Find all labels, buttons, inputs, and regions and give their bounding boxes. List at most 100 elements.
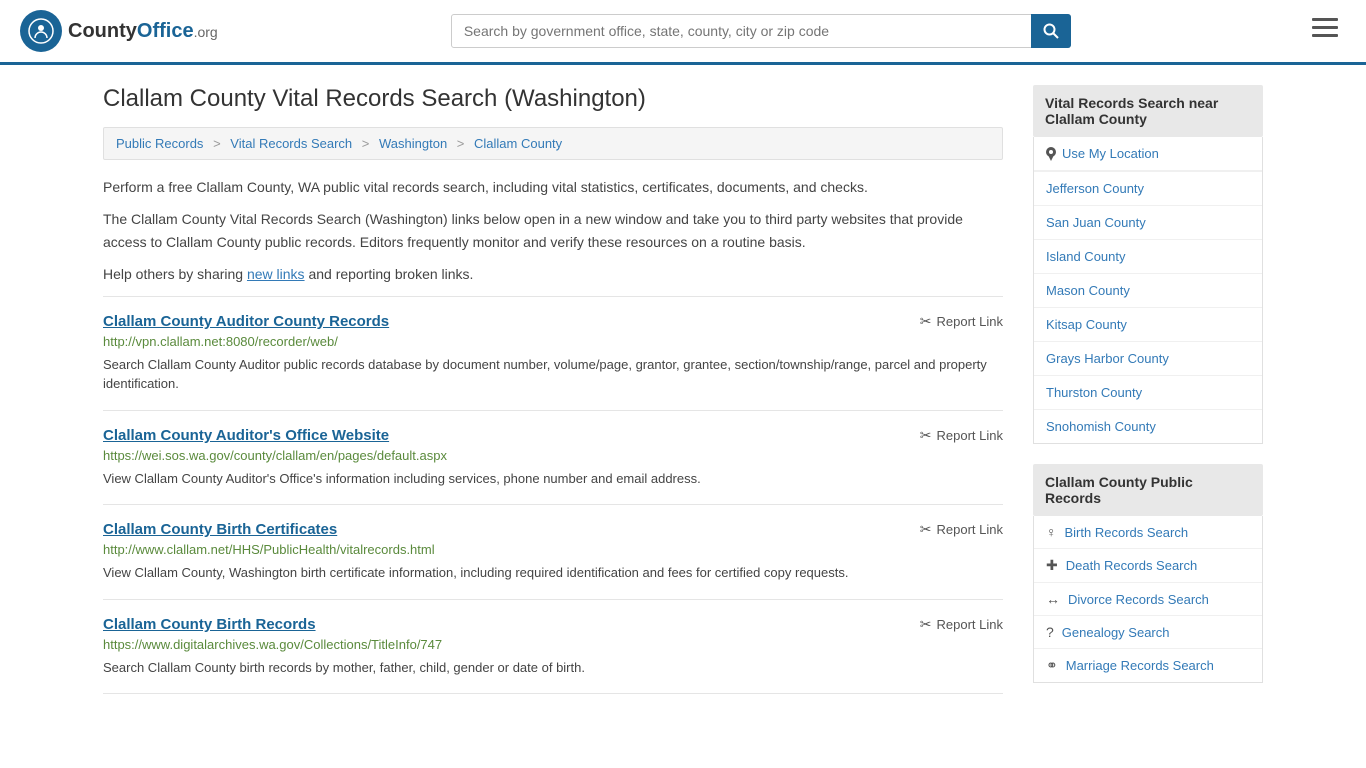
record-url[interactable]: http://vpn.clallam.net:8080/recorder/web… bbox=[103, 334, 1003, 349]
nearby-counties-section: Vital Records Search near Clallam County… bbox=[1033, 85, 1263, 444]
marriage-records-link[interactable]: Marriage Records Search bbox=[1066, 658, 1214, 673]
record-title[interactable]: Clallam County Auditor's Office Website bbox=[103, 427, 389, 444]
record-item: Clallam County Birth Certificates ✂ Repo… bbox=[103, 504, 1003, 599]
kitsap-county-link[interactable]: Kitsap County bbox=[1034, 308, 1262, 341]
record-header: Clallam County Auditor's Office Website … bbox=[103, 427, 1003, 444]
report-link-btn[interactable]: ✂ Report Link bbox=[920, 427, 1003, 444]
content-area: Clallam County Vital Records Search (Was… bbox=[103, 85, 1003, 703]
breadcrumb-sep-1: > bbox=[213, 136, 221, 151]
report-icon: ✂ bbox=[920, 616, 932, 633]
description-para1: Perform a free Clallam County, WA public… bbox=[103, 176, 1003, 198]
list-item: Jefferson County bbox=[1034, 172, 1262, 206]
report-link-label: Report Link bbox=[937, 428, 1003, 443]
jefferson-county-link[interactable]: Jefferson County bbox=[1034, 172, 1262, 205]
thurston-county-link[interactable]: Thurston County bbox=[1034, 376, 1262, 409]
report-link-btn[interactable]: ✂ Report Link bbox=[920, 313, 1003, 330]
report-link-btn[interactable]: ✂ Report Link bbox=[920, 616, 1003, 633]
genealogy-link[interactable]: Genealogy Search bbox=[1062, 625, 1170, 640]
snohomish-county-link[interactable]: Snohomish County bbox=[1034, 410, 1262, 443]
record-url[interactable]: https://www.digitalarchives.wa.gov/Colle… bbox=[103, 637, 1003, 652]
use-location-link[interactable]: Use My Location bbox=[1034, 137, 1262, 171]
report-link-label: Report Link bbox=[937, 314, 1003, 329]
record-header: Clallam County Birth Certificates ✂ Repo… bbox=[103, 521, 1003, 538]
list-item: Island County bbox=[1034, 240, 1262, 274]
island-county-link[interactable]: Island County bbox=[1034, 240, 1262, 273]
breadcrumb-public-records[interactable]: Public Records bbox=[116, 136, 203, 151]
sidebar: Vital Records Search near Clallam County… bbox=[1033, 85, 1263, 703]
list-item: San Juan County bbox=[1034, 206, 1262, 240]
record-header: Clallam County Birth Records ✂ Report Li… bbox=[103, 616, 1003, 633]
list-item: Snohomish County bbox=[1034, 410, 1262, 443]
page-title: Clallam County Vital Records Search (Was… bbox=[103, 85, 1003, 113]
record-desc: View Clallam County, Washington birth ce… bbox=[103, 563, 1003, 583]
breadcrumb-sep-3: > bbox=[457, 136, 465, 151]
public-records-section: Clallam County Public Records ♀ Birth Re… bbox=[1033, 464, 1263, 683]
list-item: ⚭ Marriage Records Search bbox=[1034, 649, 1262, 682]
breadcrumb-sep-2: > bbox=[362, 136, 370, 151]
description-para3-pre: Help others by sharing bbox=[103, 266, 247, 282]
logo-icon bbox=[20, 10, 62, 52]
public-records-heading: Clallam County Public Records bbox=[1033, 464, 1263, 516]
record-title[interactable]: Clallam County Birth Records bbox=[103, 616, 316, 633]
record-title[interactable]: Clallam County Birth Certificates bbox=[103, 521, 337, 538]
search-input[interactable] bbox=[451, 14, 1071, 48]
search-bar bbox=[451, 14, 1071, 48]
record-url[interactable]: http://www.clallam.net/HHS/PublicHealth/… bbox=[103, 542, 1003, 557]
list-item: Thurston County bbox=[1034, 376, 1262, 410]
report-link-label: Report Link bbox=[937, 617, 1003, 632]
report-link-btn[interactable]: ✂ Report Link bbox=[920, 521, 1003, 538]
report-icon: ✂ bbox=[920, 313, 932, 330]
marriage-icon: ⚭ bbox=[1046, 657, 1058, 674]
logo-text: CountyOffice.org bbox=[68, 20, 218, 43]
death-icon: ✚ bbox=[1046, 557, 1058, 574]
logo[interactable]: CountyOffice.org bbox=[20, 10, 218, 52]
record-item: Clallam County Auditor's Office Website … bbox=[103, 410, 1003, 505]
search-button[interactable] bbox=[1031, 14, 1071, 48]
hamburger-menu-button[interactable] bbox=[1304, 14, 1346, 48]
record-title[interactable]: Clallam County Auditor County Records bbox=[103, 313, 389, 330]
mason-county-link[interactable]: Mason County bbox=[1034, 274, 1262, 307]
report-icon: ✂ bbox=[920, 427, 932, 444]
use-location-label: Use My Location bbox=[1062, 146, 1159, 161]
record-desc: Search Clallam County Auditor public rec… bbox=[103, 355, 1003, 394]
grays-harbor-county-link[interactable]: Grays Harbor County bbox=[1034, 342, 1262, 375]
report-link-label: Report Link bbox=[937, 522, 1003, 537]
new-links-link[interactable]: new links bbox=[247, 266, 305, 282]
use-location-item[interactable]: Use My Location bbox=[1034, 137, 1262, 172]
public-records-list: ♀ Birth Records Search ✚ Death Records S… bbox=[1033, 516, 1263, 683]
breadcrumb-washington[interactable]: Washington bbox=[379, 136, 447, 151]
birth-records-link[interactable]: Birth Records Search bbox=[1065, 525, 1189, 540]
location-pin-icon bbox=[1046, 147, 1056, 161]
description-para2: The Clallam County Vital Records Search … bbox=[103, 208, 1003, 253]
record-item: Clallam County Auditor County Records ✂ … bbox=[103, 296, 1003, 410]
nearby-list: Use My Location Jefferson County San Jua… bbox=[1033, 137, 1263, 444]
record-desc: Search Clallam County birth records by m… bbox=[103, 658, 1003, 678]
breadcrumb-clallam-county[interactable]: Clallam County bbox=[474, 136, 562, 151]
main-container: Clallam County Vital Records Search (Was… bbox=[83, 65, 1283, 723]
list-item: Mason County bbox=[1034, 274, 1262, 308]
description-para3: Help others by sharing new links and rep… bbox=[103, 263, 1003, 285]
record-header: Clallam County Auditor County Records ✂ … bbox=[103, 313, 1003, 330]
list-item: ♀ Birth Records Search bbox=[1034, 516, 1262, 549]
list-item: Kitsap County bbox=[1034, 308, 1262, 342]
record-desc: View Clallam County Auditor's Office's i… bbox=[103, 469, 1003, 489]
birth-icon: ♀ bbox=[1046, 524, 1057, 540]
description-para3-post: and reporting broken links. bbox=[305, 266, 474, 282]
list-item: ✚ Death Records Search bbox=[1034, 549, 1262, 583]
divorce-records-link[interactable]: Divorce Records Search bbox=[1068, 592, 1209, 607]
breadcrumb: Public Records > Vital Records Search > … bbox=[103, 127, 1003, 160]
divorce-icon: ↔ bbox=[1046, 591, 1060, 607]
nearby-heading: Vital Records Search near Clallam County bbox=[1033, 85, 1263, 137]
death-records-link[interactable]: Death Records Search bbox=[1066, 558, 1198, 573]
list-item: Grays Harbor County bbox=[1034, 342, 1262, 376]
genealogy-icon: ? bbox=[1046, 624, 1054, 640]
list-item: ↔ Divorce Records Search bbox=[1034, 583, 1262, 616]
record-item: Clallam County Birth Records ✂ Report Li… bbox=[103, 599, 1003, 695]
report-icon: ✂ bbox=[920, 521, 932, 538]
san-juan-county-link[interactable]: San Juan County bbox=[1034, 206, 1262, 239]
list-item: ? Genealogy Search bbox=[1034, 616, 1262, 649]
breadcrumb-vital-records-search[interactable]: Vital Records Search bbox=[230, 136, 352, 151]
record-url[interactable]: https://wei.sos.wa.gov/county/clallam/en… bbox=[103, 448, 1003, 463]
site-header: CountyOffice.org bbox=[0, 0, 1366, 65]
records-list: Clallam County Auditor County Records ✂ … bbox=[103, 296, 1003, 695]
